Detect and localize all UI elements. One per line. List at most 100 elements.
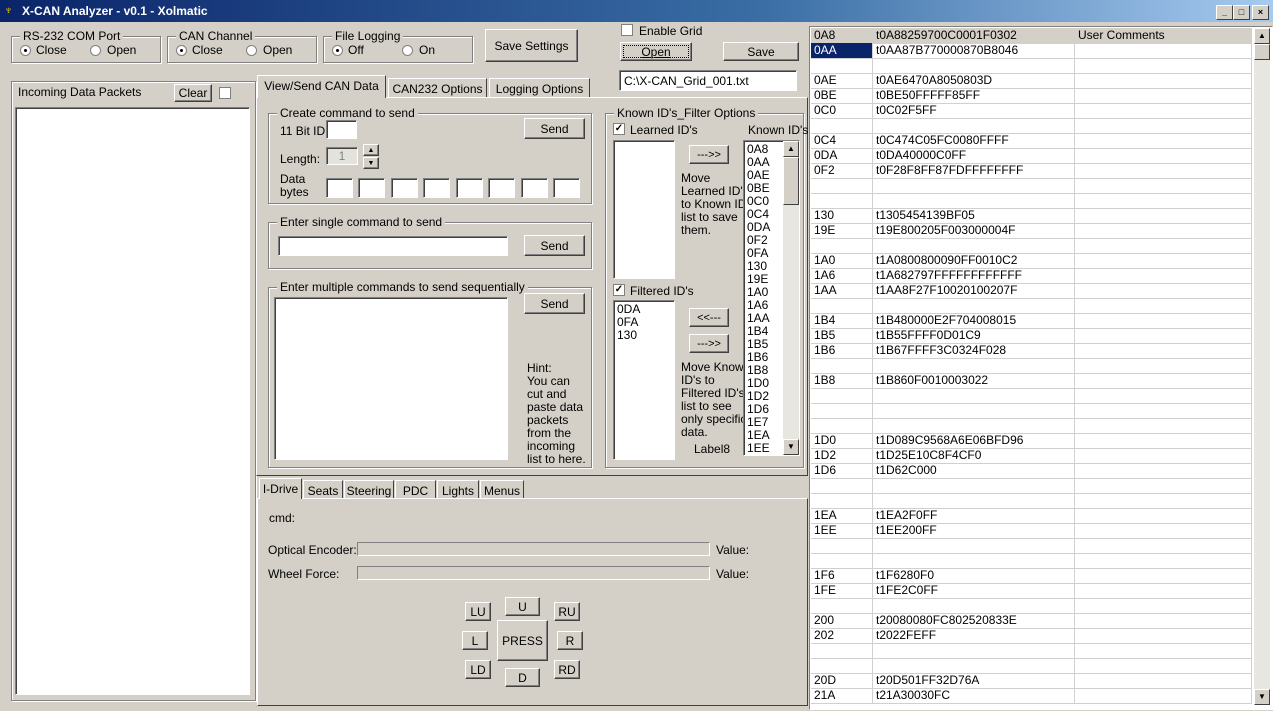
grid-cell-comment[interactable] <box>1075 133 1252 148</box>
data-byte-7-input[interactable] <box>521 178 548 198</box>
pad-ru-button[interactable]: RU <box>554 602 580 621</box>
length-input[interactable]: 1 <box>326 147 358 165</box>
grid-cell-data[interactable]: t0C02F5FF <box>873 103 1075 118</box>
multi-send-button[interactable]: Send <box>524 293 585 314</box>
table-row[interactable]: 1D0 t1D089C9568A6E06BFD96 <box>811 433 1252 449</box>
pad-u-button[interactable]: U <box>505 597 540 616</box>
grid-scrollbar[interactable]: ▲ ▼ <box>1254 28 1270 705</box>
table-row[interactable] <box>811 358 1252 374</box>
table-row[interactable]: 20D t20D501FF32D76A <box>811 673 1252 689</box>
tab-seats[interactable]: Seats <box>303 480 343 499</box>
grid-cell-data[interactable] <box>873 298 1075 313</box>
grid-cell-comment[interactable] <box>1075 103 1252 118</box>
table-row[interactable]: 0C0 t0C02F5FF <box>811 103 1252 119</box>
grid-cell-data[interactable]: t1B480000E2F704008015 <box>873 313 1075 328</box>
tab-menus[interactable]: Menus <box>480 480 524 499</box>
grid-cell-data[interactable] <box>873 538 1075 553</box>
single-command-input[interactable] <box>278 236 508 256</box>
grid-cell-comment[interactable] <box>1075 163 1252 178</box>
grid-cell-data[interactable]: t0DA40000C0FF <box>873 148 1075 163</box>
grid-cell-comment[interactable] <box>1075 418 1252 433</box>
table-row[interactable]: 1B6 t1B67FFFF3C0324F028 <box>811 343 1252 359</box>
pad-lu-button[interactable]: LU <box>465 602 491 621</box>
grid-cell-id[interactable] <box>811 538 873 553</box>
grid-cell-data[interactable]: t1D25E10C8F4CF0 <box>873 448 1075 463</box>
grid-cell-id[interactable]: 1B6 <box>811 343 873 358</box>
data-grid[interactable]: 0A8 t0A88259700C0001F0302 User Comments … <box>811 28 1252 706</box>
scroll-up-icon[interactable]: ▲ <box>1254 28 1270 44</box>
grid-cell-comment[interactable] <box>1075 583 1252 598</box>
grid-cell-data[interactable]: t1EE200FF <box>873 523 1075 538</box>
grid-cell-data[interactable]: t1D089C9568A6E06BFD96 <box>873 433 1075 448</box>
grid-cell-id[interactable]: 1AA <box>811 283 873 298</box>
grid-cell-data[interactable] <box>873 403 1075 418</box>
data-byte-3-input[interactable] <box>391 178 418 198</box>
grid-cell-comment[interactable] <box>1075 688 1252 703</box>
tab-logging-options[interactable]: Logging Options <box>489 78 590 98</box>
table-row[interactable] <box>811 178 1252 194</box>
scroll-thumb[interactable] <box>1254 44 1270 60</box>
table-row[interactable]: 1B4 t1B480000E2F704008015 <box>811 313 1252 329</box>
grid-cell-data[interactable] <box>873 493 1075 508</box>
grid-cell-id[interactable]: 0AE <box>811 73 873 88</box>
known-ids-list[interactable]: 0A8 0AA 0AE 0BE 0C0 0C4 0DA 0F2 0FA 130 … <box>743 140 800 456</box>
table-row[interactable] <box>811 478 1252 494</box>
known-to-filtered-button[interactable]: --->> <box>689 334 729 353</box>
pad-press-button[interactable]: PRESS <box>497 620 548 661</box>
com-close-radio[interactable] <box>20 45 31 56</box>
grid-cell-comment[interactable] <box>1075 433 1252 448</box>
grid-cell-id[interactable]: 1D2 <box>811 448 873 463</box>
grid-cell-comment[interactable] <box>1075 448 1252 463</box>
grid-cell-data[interactable]: t1EA2F0FF <box>873 508 1075 523</box>
table-row[interactable] <box>811 598 1252 614</box>
grid-cell-id[interactable]: 21A <box>811 688 873 703</box>
log-on-radio[interactable] <box>402 45 413 56</box>
table-row[interactable] <box>811 538 1252 554</box>
data-byte-2-input[interactable] <box>358 178 385 198</box>
grid-cell-comment[interactable] <box>1075 223 1252 238</box>
grid-cell-data[interactable] <box>873 193 1075 208</box>
table-row[interactable]: 0AA t0AA87B770000870B8046 <box>811 43 1252 59</box>
clear-button[interactable]: Clear <box>174 84 212 102</box>
grid-cell-data[interactable]: t19E800205F003000004F <box>873 223 1075 238</box>
grid-cell-data[interactable]: t0BE50FFFFF85FF <box>873 88 1075 103</box>
multi-command-textarea[interactable] <box>274 297 508 460</box>
grid-cell-comment[interactable] <box>1075 553 1252 568</box>
save-settings-button[interactable]: Save Settings <box>485 29 578 62</box>
table-row[interactable]: 0BE t0BE50FFFFF85FF <box>811 88 1252 104</box>
table-row[interactable]: 1B8 t1B860F0010003022 <box>811 373 1252 389</box>
grid-cell-id[interactable] <box>811 493 873 508</box>
scroll-up-icon[interactable]: ▲ <box>783 141 799 157</box>
grid-cell-id[interactable]: 130 <box>811 208 873 223</box>
grid-cell-id[interactable]: 0F2 <box>811 163 873 178</box>
grid-cell-id[interactable] <box>811 598 873 613</box>
grid-cell-id[interactable] <box>811 58 873 73</box>
pad-d-button[interactable]: D <box>505 668 540 687</box>
grid-save-button[interactable]: Save <box>723 42 799 61</box>
grid-cell-id[interactable] <box>811 298 873 313</box>
grid-cell-comment[interactable] <box>1075 73 1252 88</box>
data-byte-5-input[interactable] <box>456 178 483 198</box>
grid-cell-data[interactable] <box>873 598 1075 613</box>
grid-cell-data[interactable] <box>873 178 1075 193</box>
scroll-down-icon[interactable]: ▼ <box>1254 689 1270 705</box>
grid-cell-comment[interactable] <box>1075 508 1252 523</box>
grid-cell-data[interactable]: t0AA87B770000870B8046 <box>873 43 1075 58</box>
grid-cell-id[interactable]: 1A6 <box>811 268 873 283</box>
grid-cell-comment[interactable] <box>1075 598 1252 613</box>
grid-cell-comment[interactable] <box>1075 313 1252 328</box>
grid-cell-comment[interactable] <box>1075 148 1252 163</box>
list-item[interactable]: 130 <box>617 329 671 342</box>
grid-cell-id[interactable]: 1FE <box>811 583 873 598</box>
learned-ids-checkbox[interactable]: ✓ <box>613 123 625 135</box>
data-byte-8-input[interactable] <box>553 178 580 198</box>
grid-cell-id[interactable]: 1B4 <box>811 313 873 328</box>
grid-cell-data[interactable]: t1B860F0010003022 <box>873 373 1075 388</box>
grid-cell-id[interactable]: 0A8 <box>811 28 873 43</box>
grid-cell-data[interactable] <box>873 118 1075 133</box>
grid-file-path-input[interactable]: C:\X-CAN_Grid_001.txt <box>619 70 797 91</box>
id-input[interactable] <box>326 120 357 139</box>
grid-cell-id[interactable]: 202 <box>811 628 873 643</box>
grid-cell-data[interactable]: t1AA8F27F10020100207F <box>873 283 1075 298</box>
grid-cell-comment[interactable] <box>1075 568 1252 583</box>
